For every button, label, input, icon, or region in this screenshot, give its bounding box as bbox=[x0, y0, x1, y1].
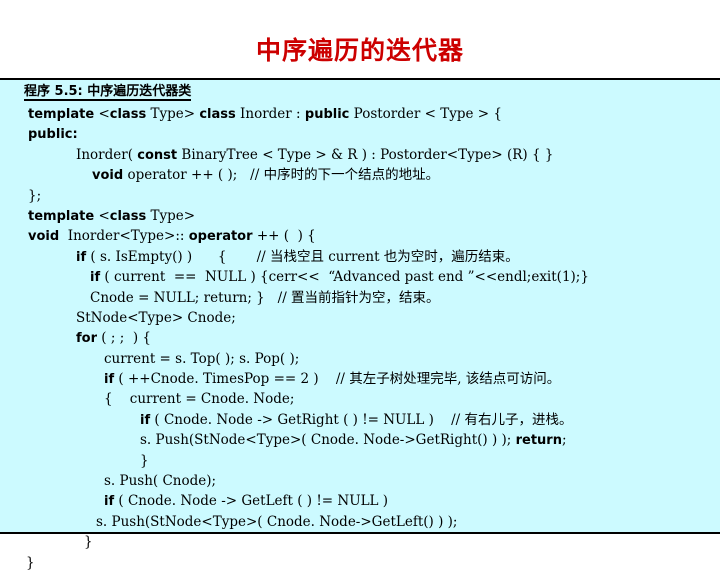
code-line: StNode<Type> Cnode; bbox=[76, 309, 236, 326]
code-line: if ( ++Cnode. TimesPop == 2 ) // 其左子树处理完… bbox=[104, 371, 561, 388]
code-line: Cnode = NULL; return; } // 置当前指针为空，结束。 bbox=[90, 289, 440, 306]
code-line: } bbox=[26, 554, 35, 571]
code-line: public: bbox=[28, 127, 78, 143]
title-area: 中序遍历的迭代器 bbox=[0, 0, 720, 78]
code-line: }; bbox=[28, 187, 42, 204]
slide-root: 中序遍历的迭代器 程序 5.5: 中序遍历迭代器类 template <clas… bbox=[0, 0, 720, 571]
code-line: for ( ; ; ) { bbox=[76, 330, 151, 347]
code-line: } bbox=[84, 534, 93, 551]
code-line: if ( Cnode. Node -> GetLeft ( ) != NULL … bbox=[104, 493, 389, 510]
code-line: s. Push(StNode<Type>( Cnode. Node->GetLe… bbox=[96, 513, 458, 530]
page-title: 中序遍历的迭代器 bbox=[255, 36, 464, 65]
code-line: void Inorder<Type>:: operator ++ ( ) { bbox=[28, 228, 316, 245]
program-header: 程序 5.5: 中序遍历迭代器类 bbox=[24, 84, 192, 101]
code-line: if ( Cnode. Node -> GetRight ( ) != NULL… bbox=[140, 411, 573, 428]
code-line: s. Push( Cnode); bbox=[104, 473, 217, 490]
code-line: s. Push(StNode<Type>( Cnode. Node->GetRi… bbox=[140, 432, 567, 449]
code-line: { current = Cnode. Node; bbox=[104, 391, 295, 408]
code-line: template <class Type> bbox=[28, 207, 196, 224]
code-line: if ( current == NULL ) {cerr<< “Advanced… bbox=[90, 269, 589, 286]
code-line: void operator ++ ( ); // 中序时的下一个结点的地址。 bbox=[92, 167, 440, 184]
code-line: if ( s. IsEmpty() ) { // 当栈空且 current 也为… bbox=[76, 248, 519, 265]
code-line: } bbox=[140, 452, 149, 469]
code-listing: template <class Type> class Inorder : pu… bbox=[0, 104, 720, 573]
code-line: Inorder( const BinaryTree < Type > & R )… bbox=[76, 146, 554, 163]
code-panel: 程序 5.5: 中序遍历迭代器类 template <class Type> c… bbox=[0, 78, 720, 571]
code-line: current = s. Top( ); s. Pop( ); bbox=[104, 350, 300, 367]
code-line: template <class Type> class Inorder : pu… bbox=[28, 106, 502, 122]
